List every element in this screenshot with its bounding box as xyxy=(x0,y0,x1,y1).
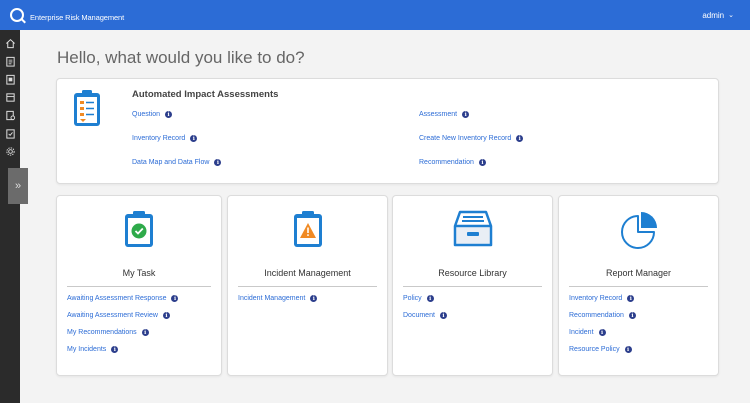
user-name: admin xyxy=(702,10,725,20)
resource-policy-report-link[interactable]: Resource Policy i xyxy=(569,346,632,353)
create-new-inventory-record-link[interactable]: Create New Inventory Record i xyxy=(419,135,524,142)
incident-management-card: Incident Management Incident Management i xyxy=(227,195,388,376)
inventory-record-report-link[interactable]: Inventory Record i xyxy=(569,295,635,302)
awaiting-assessment-review-link[interactable]: Awaiting Assessment Review i xyxy=(67,312,170,319)
info-icon[interactable]: i xyxy=(310,295,318,302)
inventory-icon[interactable] xyxy=(0,70,20,88)
info-icon[interactable]: i xyxy=(141,329,149,336)
info-icon[interactable]: i xyxy=(426,295,434,302)
divider xyxy=(67,286,211,287)
card-title: Incident Management xyxy=(264,268,351,278)
module-icon[interactable] xyxy=(0,88,20,106)
info-icon[interactable]: i xyxy=(171,295,179,302)
double-chevron-right-icon: » xyxy=(14,180,22,192)
info-icon[interactable]: i xyxy=(165,111,173,118)
page-title: Hello, what would you like to do? xyxy=(57,48,305,67)
my-task-card: My Task Awaiting Assessment Response i Aw… xyxy=(56,195,222,376)
app-title: Enterprise Risk Management xyxy=(30,13,125,23)
warning-clipboard-icon xyxy=(291,210,325,248)
archive-drawer-icon xyxy=(453,210,493,248)
task-clipboard-icon xyxy=(122,210,156,248)
assessment-icon[interactable] xyxy=(0,52,20,70)
my-incidents-link[interactable]: My Incidents i xyxy=(67,346,119,353)
panel-title: Automated Impact Assessments xyxy=(132,89,279,100)
chevron-down-icon: ⌄ xyxy=(728,12,734,19)
info-icon[interactable]: i xyxy=(162,312,170,319)
info-icon[interactable]: i xyxy=(214,159,222,166)
app-brand[interactable]: Enterprise Risk Management xyxy=(30,8,124,22)
expand-sidebar-button[interactable]: » xyxy=(8,168,28,204)
info-icon[interactable]: i xyxy=(628,312,636,319)
info-icon[interactable]: i xyxy=(111,346,119,353)
info-icon[interactable]: i xyxy=(190,135,198,142)
info-icon[interactable]: i xyxy=(624,346,632,353)
card-title: Report Manager xyxy=(605,268,672,278)
incident-report-link[interactable]: Incident i xyxy=(569,329,606,336)
user-menu[interactable]: admin ⌄ xyxy=(702,0,734,30)
data-map-and-data-flow-link[interactable]: Data Map and Data Flow i xyxy=(132,159,222,166)
awaiting-assessment-response-link[interactable]: Awaiting Assessment Response i xyxy=(67,295,179,302)
home-icon[interactable] xyxy=(0,34,20,52)
divider xyxy=(569,286,708,287)
top-bar: Enterprise Risk Management admin ⌄ xyxy=(0,0,750,30)
info-icon[interactable]: i xyxy=(478,159,486,166)
task-icon[interactable] xyxy=(0,124,20,142)
divider xyxy=(403,286,542,287)
incident-management-link[interactable]: Incident Management i xyxy=(238,295,318,302)
checklist-icon xyxy=(72,89,102,127)
report-icon[interactable] xyxy=(0,106,20,124)
policy-link[interactable]: Policy i xyxy=(403,295,434,302)
assessment-link[interactable]: Assessment i xyxy=(419,111,470,118)
divider xyxy=(238,286,377,287)
settings-icon[interactable] xyxy=(0,142,20,160)
card-title: My Task xyxy=(122,268,156,278)
brand-small-text xyxy=(30,8,124,13)
my-recommendations-link[interactable]: My Recommendations i xyxy=(67,329,149,336)
question-link[interactable]: Question i xyxy=(132,111,173,118)
info-icon[interactable]: i xyxy=(439,312,447,319)
search-logo-icon[interactable] xyxy=(10,8,24,22)
document-link[interactable]: Document i xyxy=(403,312,447,319)
recommendation-report-link[interactable]: Recommendation i xyxy=(569,312,636,319)
inventory-record-link[interactable]: Inventory Record i xyxy=(132,135,198,142)
resource-library-card: Resource Library Policy i Document i xyxy=(392,195,553,376)
pie-chart-icon xyxy=(619,210,659,250)
automated-impact-assessments-panel: Automated Impact Assessments Question i I… xyxy=(56,78,719,184)
card-title: Resource Library xyxy=(438,268,507,278)
info-icon[interactable]: i xyxy=(598,329,606,336)
report-manager-card: Report Manager Inventory Record i Recomme… xyxy=(558,195,719,376)
info-icon[interactable]: i xyxy=(627,295,635,302)
sidebar xyxy=(0,30,20,403)
recommendation-link[interactable]: Recommendation i xyxy=(419,159,486,166)
info-icon[interactable]: i xyxy=(516,135,524,142)
info-icon[interactable]: i xyxy=(462,111,470,118)
